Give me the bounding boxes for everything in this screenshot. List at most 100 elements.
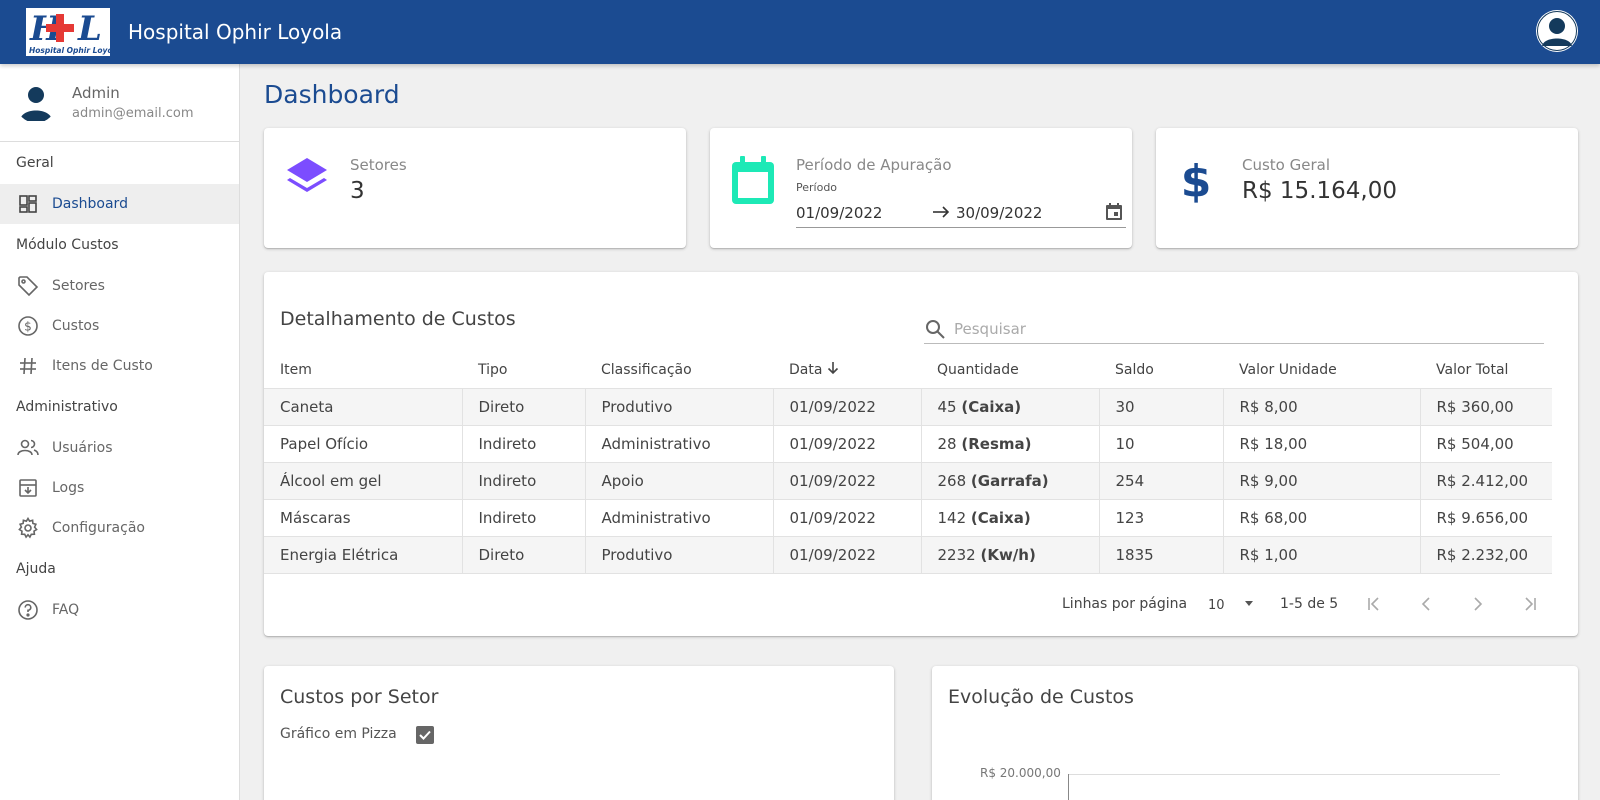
cell-quantidade: 28 (Resma) <box>920 424 1100 463</box>
svg-text:L: L <box>77 9 102 49</box>
table-header-row: Item Tipo Classificação Data Quantidade … <box>264 352 1552 388</box>
table-row[interactable]: Máscaras Indireto Administrativo 01/09/2… <box>264 498 1552 537</box>
sidebar: Admin admin@email.com Geral Dashboard Mó… <box>0 64 240 800</box>
column-header-label: Data <box>789 361 823 378</box>
costs-table-card: Detalhamento de Custos Item Tipo Classif… <box>264 272 1578 636</box>
cell-classificacao: Apoio <box>584 461 774 500</box>
next-page-icon[interactable] <box>1466 592 1490 616</box>
costs-by-sector-card: Custos por Setor Gráfico em Pizza <box>264 666 894 800</box>
cell-item: Caneta <box>264 387 463 426</box>
costs-evolution-card: Evolução de Custos R$ 20.000,00 <box>932 666 1578 800</box>
account-avatar[interactable] <box>1536 10 1578 52</box>
sidebar-item-usuarios[interactable]: Usuários <box>0 428 239 468</box>
start-date[interactable]: 01/09/2022 <box>796 204 882 222</box>
pie-chart-checkbox[interactable] <box>416 726 434 744</box>
pagination-range: 1-5 de 5 <box>1280 596 1339 612</box>
arrow-right-icon <box>931 202 951 226</box>
qty-value: 45 <box>937 397 957 416</box>
rows-per-page-select[interactable]: 10 <box>1208 598 1225 613</box>
hospital-logo[interactable]: H L Hospital Ophir Loyola <box>24 6 112 58</box>
calendar-icon <box>730 154 776 204</box>
cell-item: Energia Elétrica <box>264 535 463 574</box>
section-geral: Geral <box>16 155 54 171</box>
table-row[interactable]: Caneta Direto Produtivo 01/09/2022 45 (C… <box>264 387 1552 426</box>
sort-descending-icon[interactable] <box>826 361 840 379</box>
grid-line <box>1068 774 1500 775</box>
sidebar-item-logs[interactable]: Logs <box>0 468 239 508</box>
user-name: Admin <box>72 84 120 102</box>
cell-data: 01/09/2022 <box>772 461 922 500</box>
column-header-item[interactable]: Item <box>264 352 462 388</box>
section-modulo-custos: Módulo Custos <box>16 237 119 253</box>
check-icon <box>419 730 431 740</box>
cell-classificacao: Produtivo <box>584 535 774 574</box>
cell-data: 01/09/2022 <box>772 387 922 426</box>
dollar-icon: $ <box>1176 154 1222 207</box>
sidebar-item-faq[interactable]: FAQ <box>0 590 239 630</box>
cell-valor-unidade: R$ 1,00 <box>1222 535 1421 574</box>
sidebar-item-label: Dashboard <box>52 196 128 212</box>
qty-value: 268 <box>937 471 967 490</box>
column-header-classificacao[interactable]: Classificação <box>585 352 773 388</box>
sidebar-item-label: Usuários <box>52 440 113 456</box>
cell-item: Papel Ofício <box>264 424 463 463</box>
sidebar-item-label: Configuração <box>52 520 145 536</box>
table-row[interactable]: Papel Ofício Indireto Administrativo 01/… <box>264 424 1552 463</box>
search-icon <box>924 318 946 340</box>
kpi-label: Período de Apuração <box>796 156 952 174</box>
sidebar-item-custos[interactable]: $ Custos <box>0 306 239 346</box>
sidebar-item-configuracao[interactable]: Configuração <box>0 508 239 548</box>
cell-saldo: 10 <box>1098 424 1224 463</box>
hash-icon <box>16 354 40 378</box>
pie-chart-toggle-label: Gráfico em Pizza <box>280 726 397 742</box>
cell-valor-total: R$ 360,00 <box>1419 387 1552 426</box>
table-row[interactable]: Energia Elétrica Direto Produtivo 01/09/… <box>264 535 1552 574</box>
search-input[interactable] <box>954 318 1534 340</box>
cell-valor-unidade: R$ 68,00 <box>1222 498 1421 537</box>
search-field[interactable] <box>924 316 1544 344</box>
table-row[interactable]: Álcool em gel Indireto Apoio 01/09/2022 … <box>264 461 1552 500</box>
kpi-value: R$ 15.164,00 <box>1242 178 1397 204</box>
column-header-quantidade[interactable]: Quantidade <box>921 352 1099 388</box>
layers-icon <box>284 154 330 204</box>
column-header-valor-unidade[interactable]: Valor Unidade <box>1223 352 1420 388</box>
sidebar-item-itens-de-custo[interactable]: Itens de Custo <box>0 346 239 386</box>
sidebar-item-label: Custos <box>52 318 100 334</box>
card-title: Evolução de Custos <box>948 686 1134 708</box>
column-header-saldo[interactable]: Saldo <box>1099 352 1223 388</box>
cell-classificacao: Produtivo <box>584 387 774 426</box>
end-date[interactable]: 30/09/2022 <box>956 204 1042 222</box>
cell-quantidade: 45 (Caixa) <box>920 387 1100 426</box>
sidebar-item-label: Setores <box>52 278 105 294</box>
first-page-icon[interactable] <box>1362 592 1386 616</box>
date-range-picker[interactable]: 01/09/2022 30/09/2022 <box>796 200 1126 228</box>
cell-tipo: Direto <box>461 535 586 574</box>
calendar-picker-icon[interactable] <box>1104 202 1124 222</box>
column-header-data[interactable]: Data <box>773 352 921 388</box>
archive-icon <box>16 476 40 500</box>
sidebar-item-dashboard[interactable]: Dashboard <box>0 184 239 224</box>
caret-down-icon[interactable] <box>1242 596 1256 614</box>
cell-data: 01/09/2022 <box>772 498 922 537</box>
column-header-valor-total[interactable]: Valor Total <box>1420 352 1552 388</box>
last-page-icon[interactable] <box>1518 592 1542 616</box>
cell-tipo: Indireto <box>461 424 586 463</box>
cell-valor-total: R$ 2.232,00 <box>1419 535 1552 574</box>
cell-saldo: 1835 <box>1098 535 1224 574</box>
cell-valor-total: R$ 2.412,00 <box>1419 461 1552 500</box>
cell-tipo: Direto <box>461 387 586 426</box>
cell-quantidade: 2232 (Kw/h) <box>920 535 1100 574</box>
sidebar-item-setores[interactable]: Setores <box>0 266 239 306</box>
kpi-label: Setores <box>350 156 407 174</box>
cell-tipo: Indireto <box>461 461 586 500</box>
sidebar-item-label: Logs <box>52 480 85 496</box>
cell-saldo: 30 <box>1098 387 1224 426</box>
prev-page-icon[interactable] <box>1414 592 1438 616</box>
cell-saldo: 123 <box>1098 498 1224 537</box>
user-profile: Admin admin@email.com <box>0 64 239 142</box>
kpi-card-custo-geral: $ Custo Geral R$ 15.164,00 <box>1156 128 1578 248</box>
column-header-tipo[interactable]: Tipo <box>462 352 585 388</box>
user-email: admin@email.com <box>72 106 194 121</box>
user-avatar-icon <box>16 83 56 123</box>
section-ajuda: Ajuda <box>16 561 56 577</box>
